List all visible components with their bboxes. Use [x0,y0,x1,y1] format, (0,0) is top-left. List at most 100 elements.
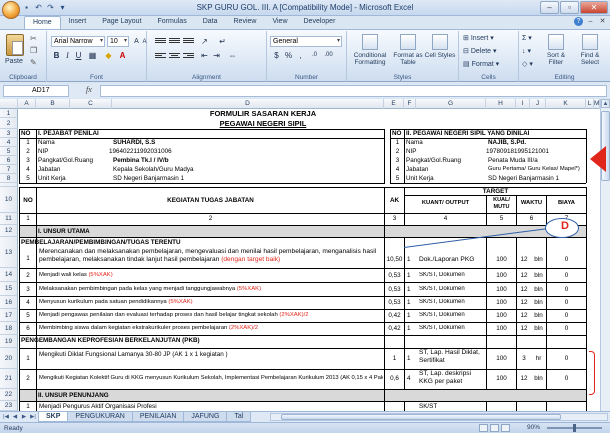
format-painter-icon[interactable]: ✎ [30,58,37,67]
workbook-minimize-icon[interactable]: – [586,17,595,26]
merge-center-icon[interactable]: ⇔ [227,50,238,61]
sheet-tab-jafung[interactable]: JAFUNG [183,412,228,422]
font-color-icon[interactable]: A [117,50,128,61]
row-header-11[interactable]: 11 [0,213,18,225]
number-format-select[interactable]: General [270,36,342,47]
row-header-5[interactable]: 5 [0,147,18,156]
workbook-close-icon[interactable]: ✕ [598,17,607,26]
currency-icon[interactable]: $ [271,50,282,61]
row-header-6[interactable]: 6 [0,156,18,165]
autosum-icon[interactable]: Σ ▾ [522,34,532,42]
restore-button[interactable]: ▫ [560,1,579,14]
last-sheet-icon[interactable]: ▶| [29,413,37,421]
align-bottom-icon[interactable] [183,37,194,46]
copy-icon[interactable]: ❐ [30,46,37,55]
underline-button[interactable]: U [73,50,84,61]
decrease-indent-icon[interactable]: ⇤ [199,50,210,61]
align-middle-icon[interactable] [169,37,180,46]
horizontal-scrollbar[interactable] [270,413,608,421]
increase-decimal-icon[interactable]: .0 [309,50,320,61]
row-header-15[interactable]: 15 [0,282,18,296]
borders-icon[interactable]: ▦ [87,50,98,61]
page-break-view-icon[interactable] [501,424,510,432]
zoom-slider-handle[interactable] [573,424,576,432]
worksheet-grid[interactable]: A B C D E F G H I J K L M 1 2 3 4 5 6 7 … [0,99,600,411]
column-header-h[interactable]: H [486,99,516,109]
row-header-1[interactable]: 1 [0,109,18,118]
sheet-tab-pengukuran[interactable]: PENGUKURAN [67,412,133,422]
tab-view[interactable]: View [264,16,295,29]
italic-button[interactable]: I [62,50,73,61]
tab-home[interactable]: Home [24,16,61,29]
row-header-7[interactable]: 7 [0,165,18,174]
prev-sheet-icon[interactable]: ◀ [11,413,19,421]
align-left-icon[interactable] [155,52,166,61]
row-header-19[interactable]: 19 [0,335,18,348]
close-button[interactable]: ✕ [580,1,608,14]
row-header-20[interactable]: 20 [0,348,18,369]
column-header-f[interactable]: F [404,99,416,109]
column-header-i[interactable]: I [516,99,530,109]
row-header-3[interactable]: 3 [0,129,18,138]
wrap-text-icon[interactable]: ↵ [217,36,228,47]
align-right-icon[interactable] [183,52,194,61]
scroll-up-icon[interactable]: ▲ [601,99,610,108]
sheet-tab-penilaian[interactable]: PENILAIAN [131,412,185,422]
help-icon[interactable]: ? [574,17,583,26]
format-cells-button[interactable]: ▤ Format ▾ [463,60,499,68]
zoom-level[interactable]: 90% [527,424,540,431]
row-header-8[interactable]: 8 [0,174,18,183]
row-header-22[interactable]: 22 [0,389,18,401]
horizontal-scroll-thumb[interactable] [281,414,561,420]
row-header-21[interactable]: 21 [0,369,18,389]
align-center-icon[interactable] [169,52,180,61]
tab-page-layout[interactable]: Page Layout [94,16,149,29]
column-header-d[interactable]: D [112,99,384,109]
font-name-select[interactable]: Arial Narrow [51,36,105,47]
tab-insert[interactable]: Insert [61,16,95,29]
column-header-j[interactable]: J [530,99,546,109]
row-header-4[interactable]: 4 [0,138,18,147]
name-box[interactable]: AD17 [3,85,69,97]
row-header-13[interactable]: 13 [0,237,18,268]
paste-icon[interactable] [6,34,24,56]
page-layout-view-icon[interactable] [490,424,499,432]
column-header-g[interactable]: G [416,99,486,109]
row-header-17[interactable]: 17 [0,309,18,322]
next-sheet-icon[interactable]: ▶ [20,413,28,421]
select-all-corner[interactable] [0,99,18,109]
column-header-l[interactable]: L [586,99,594,109]
font-size-select[interactable]: 10 [107,36,129,47]
bold-button[interactable]: B [51,50,62,61]
column-header-b[interactable]: B [36,99,70,109]
sheet-tab-skp[interactable]: SKP [38,412,69,422]
minimize-button[interactable]: – [540,1,559,14]
tab-data[interactable]: Data [195,16,226,29]
align-top-icon[interactable] [155,37,166,46]
insert-cells-button[interactable]: ⊞ Insert ▾ [463,34,494,42]
fill-icon[interactable]: ↓ ▾ [522,47,531,55]
column-header-c[interactable]: C [70,99,112,109]
formula-input[interactable] [100,85,607,97]
column-header-k[interactable]: K [546,99,586,109]
decrease-decimal-icon[interactable]: .00 [323,50,334,61]
cell-styles-button[interactable]: Cell Styles [423,34,457,59]
column-header-a[interactable]: A [18,99,36,109]
row-header-18[interactable]: 18 [0,322,18,335]
column-header-e[interactable]: E [384,99,404,109]
row-header-14[interactable]: 14 [0,268,18,282]
row-header-16[interactable]: 16 [0,296,18,309]
format-as-table-button[interactable]: Format as Table [391,34,425,66]
tab-formulas[interactable]: Formulas [150,16,195,29]
normal-view-icon[interactable] [479,424,488,432]
row-header-2[interactable]: 2 [0,118,18,129]
row-header-12[interactable]: 12 [0,225,18,237]
delete-cells-button[interactable]: ⊟ Delete ▾ [463,47,497,55]
tab-review[interactable]: Review [226,16,265,29]
row-header-10[interactable]: 10 [0,187,18,213]
find-select-button[interactable]: Find & Select [573,34,607,66]
tab-developer[interactable]: Developer [296,16,344,29]
conditional-formatting-button[interactable]: Conditional Formatting [349,34,391,66]
sort-filter-button[interactable]: Sort & Filter [539,34,573,66]
orientation-icon[interactable]: ↗ [199,36,210,47]
